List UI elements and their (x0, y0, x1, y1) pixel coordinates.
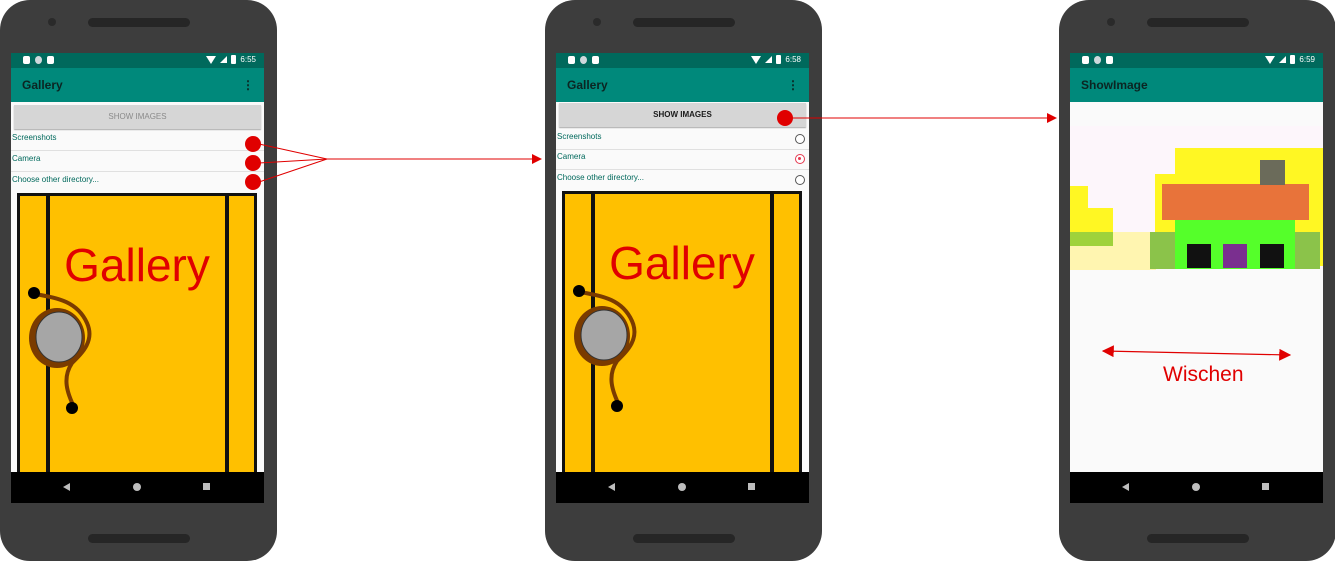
annotation-overlay (245, 110, 1292, 361)
marker-dot (245, 155, 261, 171)
marker-dot (245, 136, 261, 152)
swipe-label: Wischen (1163, 363, 1244, 386)
marker-dot (777, 110, 793, 126)
marker-dot (245, 174, 261, 190)
